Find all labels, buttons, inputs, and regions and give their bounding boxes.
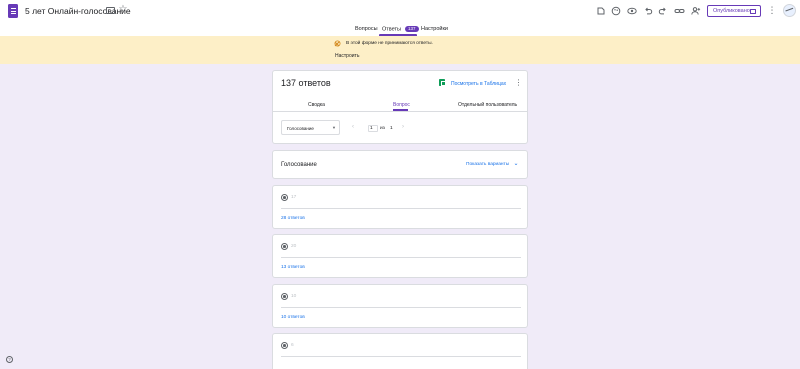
show-variants-link[interactable]: Показать варианты	[466, 162, 509, 167]
question-select[interactable]: Голосование ▼	[281, 120, 340, 135]
more-vert-icon[interactable]: ⋮	[515, 79, 523, 87]
view-tab-summary[interactable]: Сводка	[308, 102, 325, 108]
dropdown-caret-icon: ▼	[332, 125, 336, 130]
option-label: 10	[291, 294, 297, 299]
divider	[281, 307, 521, 308]
view-tab-individual[interactable]: Отдельный пользователь	[458, 102, 517, 108]
view-in-sheets-link[interactable]: Посмотреть в Таблицах	[451, 81, 506, 87]
not-accepting-banner: В этой форме не принимаются ответы. Наст…	[0, 36, 800, 64]
folder-icon[interactable]	[106, 7, 115, 14]
tab-responses[interactable]: Ответы 137	[382, 26, 419, 32]
tab-questions[interactable]: Вопросы	[355, 26, 378, 32]
publish-status-icon	[750, 8, 756, 14]
option-card: 17 28 ответов	[272, 185, 528, 229]
divider	[281, 208, 521, 209]
radio-button	[281, 342, 288, 349]
more-vert-icon[interactable]: ⋮	[768, 5, 777, 16]
responses-count: 137 ответов	[281, 78, 331, 88]
page-number-input[interactable]: 1	[368, 125, 378, 132]
avatar[interactable]	[783, 4, 796, 17]
sheets-icon[interactable]	[439, 79, 446, 86]
tab-settings[interactable]: Настройки	[421, 26, 448, 32]
option-label: 17	[291, 195, 297, 200]
radio-button	[281, 194, 288, 201]
radio-button	[281, 293, 288, 300]
page-of-label: из	[380, 126, 385, 131]
chevron-down-icon[interactable]: ⌄	[513, 161, 519, 167]
page-total: 1	[390, 126, 393, 131]
main-tabs: Вопросы Ответы 137 Настройки	[0, 24, 800, 36]
question-title: Голосование	[281, 162, 317, 168]
option-response-count[interactable]: 28 ответов	[281, 216, 305, 221]
option-label: 20	[291, 244, 297, 249]
chevron-right-icon[interactable]: ›	[400, 124, 406, 130]
banner-message: В этой форме не принимаются ответы.	[346, 41, 433, 46]
option-label: 6	[291, 343, 294, 348]
option-card: 6	[272, 333, 528, 369]
question-select-value: Голосование	[287, 126, 314, 131]
palette-icon[interactable]	[610, 5, 621, 16]
option-card: 20 13 ответов	[272, 234, 528, 278]
redo-icon[interactable]	[657, 5, 668, 16]
preview-icon[interactable]	[626, 5, 637, 16]
publish-button[interactable]: Опубликовано	[707, 5, 761, 17]
option-response-count[interactable]: 13 ответов	[281, 265, 305, 270]
configure-link[interactable]: Настроить	[335, 53, 359, 59]
divider	[281, 356, 521, 357]
addon-icon[interactable]	[595, 5, 606, 16]
forms-doc-icon[interactable]	[8, 4, 18, 18]
chevron-left-icon[interactable]: ‹	[350, 124, 356, 130]
radio-button	[281, 243, 288, 250]
responses-count-badge: 137	[405, 26, 419, 32]
question-card: Голосование Показать варианты ⌄	[272, 150, 528, 179]
publish-label: Опубликовано	[713, 8, 750, 14]
warning-icon	[334, 40, 341, 47]
top-bar: 5 лет Онлайн-голосование ☆ Опубликовано …	[0, 0, 800, 24]
responses-summary-card: 137 ответов Посмотреть в Таблицах ⋮ Свод…	[272, 70, 528, 144]
option-response-count[interactable]: 10 ответов	[281, 315, 305, 320]
divider	[273, 111, 527, 112]
option-card: 10 10 ответов	[272, 284, 528, 328]
divider	[281, 257, 521, 258]
add-person-icon[interactable]	[690, 5, 701, 16]
star-icon[interactable]: ☆	[118, 5, 128, 15]
view-tab-question[interactable]: Вопрос	[393, 102, 410, 108]
undo-icon[interactable]	[642, 5, 653, 16]
link-icon[interactable]	[674, 5, 685, 16]
help-icon[interactable]: ?	[6, 356, 13, 363]
